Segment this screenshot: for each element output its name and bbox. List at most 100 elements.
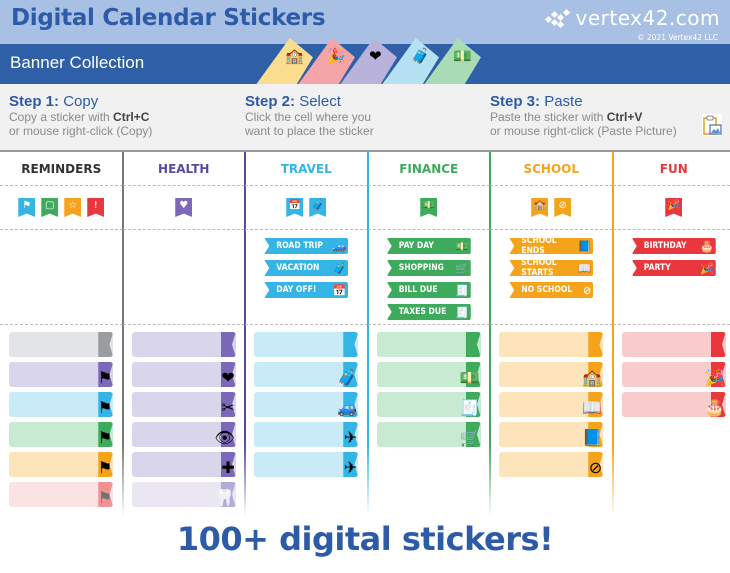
label-sticker[interactable]: PARTY 🎉 (631, 260, 716, 276)
banner-sticker[interactable]: ⚑ (9, 422, 114, 447)
ribbon-sticker-icon[interactable]: ▢ (41, 198, 59, 217)
banner-sticker-icon: 🧾 (459, 398, 480, 417)
label-stickers-area: SCHOOL ENDS 📘 SCHOOL STARTS 📖 NO SCHOOL ⊘ (490, 230, 613, 325)
vertex42-logo[interactable]: vertex42.com (545, 6, 720, 30)
school-icon: 🏫 (285, 47, 304, 65)
ribbon-icons-row: ♥ (122, 186, 245, 230)
step-text: Copy a sticker with (9, 110, 114, 124)
ribbon-sticker-icon[interactable]: ♥ (175, 198, 193, 217)
label-sticker-icon: 📅 (332, 283, 347, 297)
label-sticker-text: SHOPPING (398, 263, 444, 273)
banner-sticker[interactable]: 🦷 (131, 482, 236, 507)
column-header: SCHOOL (490, 152, 613, 186)
ribbon-sticker-icon[interactable]: ! (87, 198, 105, 217)
ribbon-sticker-icon[interactable]: 🏫 (531, 198, 549, 217)
banner-stickers-area: ⚑ ⚑ ⚑ ⚑ ⚑ (0, 325, 123, 507)
banner-sticker[interactable]: 🎉 (621, 362, 726, 387)
ribbon-icons-row: 🏫 ⊘ (490, 186, 613, 230)
label-sticker-text: PAY DAY (398, 241, 434, 251)
label-sticker[interactable]: SCHOOL ENDS 📘 (509, 236, 594, 256)
step-text: want to place the sticker (245, 124, 374, 138)
label-sticker[interactable]: BIRTHDAY 🎂 (631, 238, 716, 254)
step-action: Copy (63, 93, 99, 110)
label-sticker-text: SCHOOL STARTS (521, 258, 557, 278)
banner-sticker[interactable]: 🛒 (376, 422, 481, 447)
health-icon: ❤ (369, 47, 382, 65)
banner-sticker-icon: ✈ (343, 458, 358, 477)
column-header: TRAVEL (245, 152, 368, 186)
banner-sticker[interactable]: ⊘ (499, 452, 604, 477)
paste-picture-icon[interactable] (702, 114, 722, 136)
label-sticker-icon: 💵 (455, 239, 469, 253)
banner-sticker-icon: ⚑ (97, 398, 113, 417)
banner-sticker[interactable]: ⚑ (9, 362, 114, 387)
banner-sticker[interactable]: ⚑ (9, 392, 114, 417)
banner-sticker-icon: 🦷 (214, 488, 235, 507)
ribbon-sticker-icon[interactable]: 🎉 (665, 198, 683, 217)
banner-sticker[interactable]: 💵 (376, 362, 481, 387)
banner-sticker[interactable]: ✈ (254, 422, 359, 447)
shortcut-key: Ctrl+C (113, 110, 150, 124)
banner-sticker-icon: 🎂 (704, 398, 725, 417)
ribbon-sticker-icon[interactable]: ⊘ (554, 198, 572, 217)
label-sticker-text: PARTY (643, 263, 671, 273)
banner-sticker-icon: ✈ (343, 428, 358, 447)
step-text: Paste the sticker with (490, 110, 607, 124)
banner-sticker[interactable] (621, 332, 726, 357)
banner-sticker-icon: 📖 (582, 398, 603, 417)
banner-sticker[interactable]: ❤ (131, 362, 236, 387)
banner-sticker[interactable] (254, 332, 359, 357)
banner-sticker[interactable]: 🧾 (376, 392, 481, 417)
banner-sticker[interactable]: ⚑ (9, 482, 114, 507)
banner-sticker[interactable]: 🚙 (254, 392, 359, 417)
label-sticker[interactable]: SHOPPING 🛒 (386, 260, 471, 276)
banner-sticker[interactable]: ✈ (254, 452, 359, 477)
label-sticker[interactable]: TAXES DUE 🧾 (386, 304, 471, 320)
banner-sticker[interactable]: 📘 (499, 422, 604, 447)
ribbon-sticker-icon[interactable]: 📅 (286, 198, 304, 217)
label-sticker-icon: 🧳 (332, 261, 347, 275)
tagline: 100+ digital stickers! (176, 520, 554, 558)
label-sticker-icon: 🚙 (332, 239, 347, 253)
banner-sticker[interactable]: 🏫 (499, 362, 604, 387)
label-sticker[interactable]: VACATION 🧳 (264, 260, 349, 276)
label-sticker-text: SCHOOL ENDS (521, 236, 557, 256)
banner-sticker-icon: 👁 (214, 428, 235, 447)
banner-sticker[interactable] (131, 332, 236, 357)
label-sticker-text: DAY OFF! (276, 285, 317, 295)
step-number: Step 1: (9, 93, 60, 110)
banner-stickers-area: 🎉 🎂 (613, 325, 730, 417)
banner-sticker[interactable]: 📖 (499, 392, 604, 417)
label-sticker[interactable]: BILL DUE 🧾 (386, 282, 471, 298)
label-stickers-area (122, 230, 245, 325)
column-reminders: REMINDERS ⚑ ▢ ☆! ⚑ ⚑ ⚑ ⚑ ⚑ (0, 152, 123, 517)
step-2: Step 2: Select Click the cell where you … (245, 93, 374, 138)
banner-sticker-icon: ✚ (221, 458, 235, 477)
label-sticker[interactable]: PAY DAY 💵 (386, 238, 471, 254)
step-text: Click the cell where you (245, 110, 372, 124)
ribbon-sticker-icon[interactable]: 💵 (420, 198, 438, 217)
step-1: Step 1: Copy Copy a sticker with Ctrl+C … (9, 93, 152, 138)
label-sticker[interactable]: NO SCHOOL ⊘ (509, 282, 594, 298)
banner-sticker[interactable] (376, 332, 481, 357)
banner-sticker[interactable] (499, 332, 604, 357)
banner-sticker[interactable]: 🧳 (254, 362, 359, 387)
ribbon-sticker-icon[interactable]: 🧳 (309, 198, 327, 217)
ribbon-sticker-icon[interactable]: ⚑ (18, 198, 36, 217)
column-travel: TRAVEL 📅 🧳 ROAD TRIP 🚙 VACATION 🧳 DAY OFF! 📅 🧳 🚙 ✈ ✈ (245, 152, 368, 517)
banner-sticker[interactable]: ⚑ (9, 452, 114, 477)
label-sticker[interactable]: SCHOOL STARTS 📖 (509, 258, 594, 278)
ribbon-sticker-icon[interactable]: ☆ (64, 198, 82, 217)
copyright-text: © 2021 Vertex42 LLC (637, 33, 718, 42)
banner-sticker[interactable]: 👁 (131, 422, 236, 447)
banner-sticker-icon: ⊘ (588, 458, 603, 477)
banner-sticker-icon: ⚑ (97, 458, 113, 477)
banner-sticker[interactable] (9, 332, 114, 357)
banner-sticker[interactable]: 🎂 (621, 392, 726, 417)
banner-sticker[interactable]: ✚ (131, 452, 236, 477)
banner-sticker-icon: ⚑ (97, 488, 113, 507)
banner-sticker[interactable]: ✂ (131, 392, 236, 417)
column-fun: FUN 🎉 BIRTHDAY 🎂 PARTY 🎉 🎉 🎂 (612, 152, 730, 517)
label-sticker[interactable]: DAY OFF! 📅 (264, 282, 349, 298)
label-sticker[interactable]: ROAD TRIP 🚙 (264, 238, 349, 254)
